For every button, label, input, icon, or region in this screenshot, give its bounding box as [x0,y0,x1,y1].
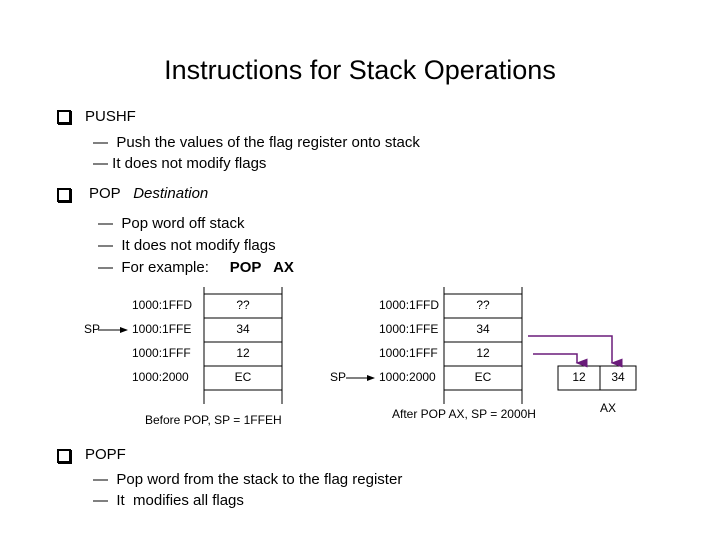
stack-address: 1000:1FFE [132,322,192,336]
stack-address: 1000:1FFD [132,298,193,312]
stack-cell-value: 34 [476,322,490,336]
dash-icon: — [93,492,108,509]
stack-cell-value: 12 [236,346,250,360]
before-caption: Before POP, SP = 1FFEH [145,413,282,427]
register-high-byte: 12 [572,370,586,384]
stack-cell-value: EC [234,370,252,384]
register-low-byte: 34 [611,370,625,384]
stack-cell-value: 12 [476,346,490,360]
stack-address: 1000:1FFE [379,322,439,336]
stack-address: 1000:1FFD [379,298,440,312]
stack-cell-value: ?? [236,298,250,312]
register-name: AX [600,401,617,415]
stack-address: 1000:2000 [132,370,189,384]
checkbox-bullet-icon [57,449,71,463]
sp-label: SP [84,322,101,336]
stack-address: 1000:1FFF [379,346,438,360]
stack-address: 1000:1FFF [132,346,191,360]
transfer-arrow-high-byte [533,353,588,368]
section-heading-popf: POPF [85,446,126,463]
sp-label: SP [330,370,347,384]
after-caption: After POP AX, SP = 2000H [392,407,536,421]
dash-icon: — [93,471,108,488]
list-item: — Pop word from the stack to the flag re… [93,471,403,488]
stack-cell-value: EC [474,370,492,384]
stack-cell-value: ?? [476,298,490,312]
list-item: — It modifies all flags [93,492,244,509]
stack-cell-value: 34 [236,322,250,336]
transfer-arrow-low-byte [528,335,623,368]
stack-address: 1000:2000 [379,370,436,384]
